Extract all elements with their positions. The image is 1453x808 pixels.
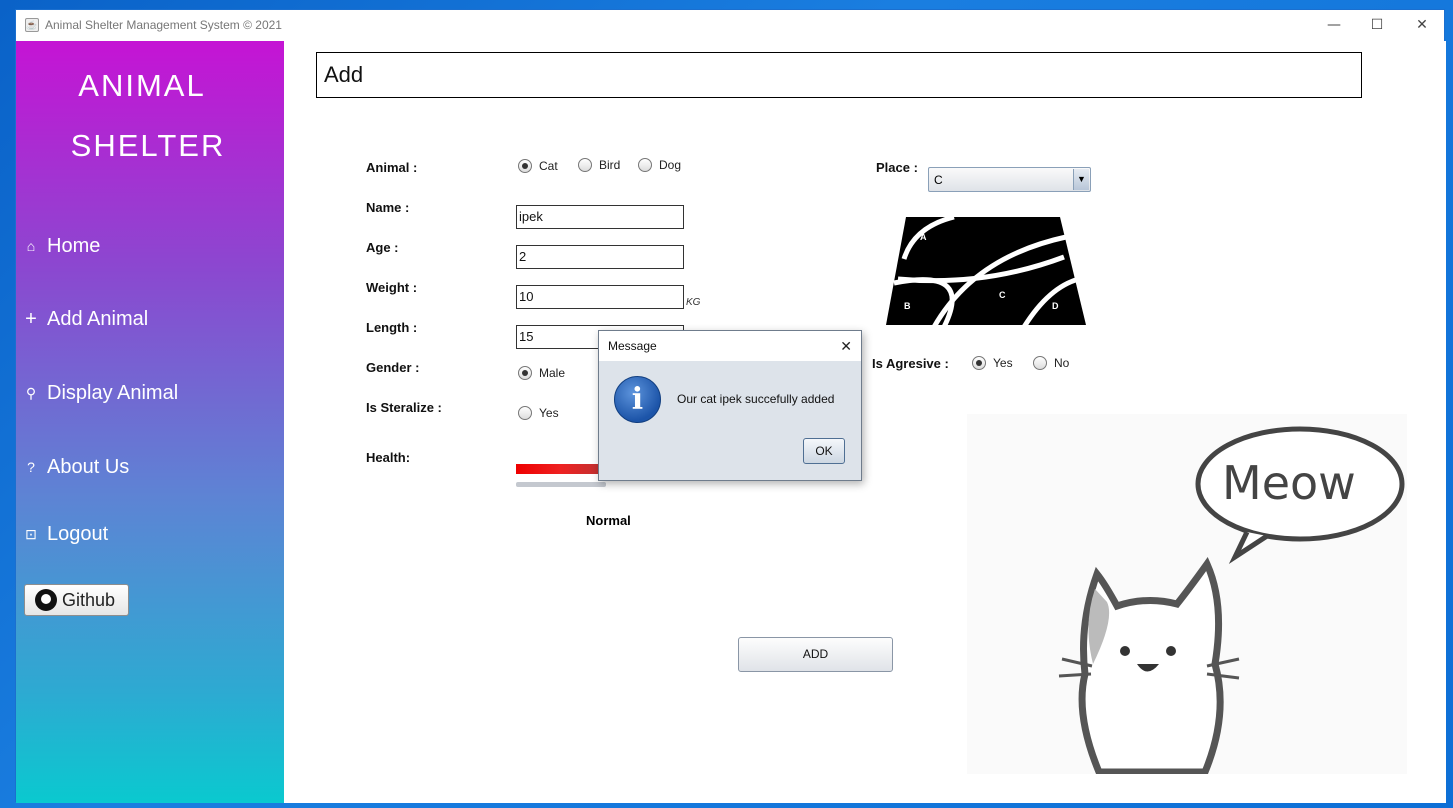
age-input[interactable]: 2 <box>516 245 684 269</box>
radio-male[interactable]: Male <box>518 366 565 380</box>
chevron-down-icon: ▼ <box>1073 169 1089 190</box>
sidebar-item-about-us[interactable]: ? About Us <box>21 452 129 482</box>
sidebar: ANIMAL SHELTER ⌂ Home + Add Animal ⚲ Dis… <box>16 41 284 803</box>
health-label: Health: <box>366 450 411 465</box>
radio-sterilize-yes[interactable]: Yes <box>518 406 559 420</box>
question-icon: ? <box>27 459 35 475</box>
sidebar-item-add-animal[interactable]: + Add Animal <box>21 304 148 334</box>
weight-label: Weight : <box>366 280 418 295</box>
radio-cat[interactable]: Cat <box>518 159 558 173</box>
map-label-a: A <box>920 232 927 242</box>
dialog-title: Message <box>608 339 657 353</box>
radio-label: Bird <box>599 158 621 172</box>
weight-input[interactable]: 10 <box>516 285 684 309</box>
place-dropdown[interactable]: C ▼ <box>928 167 1091 192</box>
radio-dot-selected <box>518 159 532 173</box>
logout-icon: ⊡ <box>25 525 37 542</box>
meow-text: Meow <box>1222 456 1356 510</box>
radio-label: Yes <box>539 406 559 420</box>
page-title: Add <box>316 52 1362 98</box>
animal-label: Animal : <box>366 160 418 175</box>
brand-title-line2: SHELTER <box>70 128 226 163</box>
window-title: Animal Shelter Management System © 2021 <box>45 18 282 32</box>
shelter-map-image: A B C D <box>886 217 1086 327</box>
place-label: Place : <box>876 160 918 175</box>
wrench-icon: ⚲ <box>25 384 37 401</box>
sidebar-item-display-animal[interactable]: ⚲ Display Animal <box>21 378 178 408</box>
github-label: Github <box>62 589 116 610</box>
radio-aggressive-yes[interactable]: Yes <box>972 356 1013 370</box>
title-bar: ☕ Animal Shelter Management System © 202… <box>16 10 1444 41</box>
sidebar-item-home[interactable]: ⌂ Home <box>21 231 101 261</box>
sidebar-item-label: Logout <box>47 522 109 545</box>
plus-icon: + <box>25 307 37 330</box>
radio-aggressive-no[interactable]: No <box>1033 356 1069 370</box>
radio-label: No <box>1054 356 1070 370</box>
dialog-title-bar: Message ✕ <box>599 331 861 361</box>
java-app-icon: ☕ <box>25 18 39 32</box>
health-bar <box>516 464 606 474</box>
sterilize-label: Is Steralize : <box>366 400 442 415</box>
radio-label: Male <box>539 366 566 380</box>
github-icon <box>35 589 57 611</box>
brand-title-line1: ANIMAL <box>78 68 206 103</box>
info-icon: i <box>614 376 661 423</box>
sidebar-item-label: About Us <box>47 455 130 478</box>
map-label-c: C <box>999 290 1006 300</box>
health-slider[interactable] <box>516 482 606 487</box>
radio-label: Dog <box>659 158 682 172</box>
radio-dot <box>518 406 532 420</box>
aggressive-label: Is Agresive : <box>872 356 949 371</box>
radio-dog[interactable]: Dog <box>638 158 681 172</box>
github-button[interactable]: Github <box>24 584 129 616</box>
length-label: Length : <box>366 320 418 335</box>
close-button[interactable]: ✕ <box>1412 15 1432 35</box>
radio-dot-selected <box>972 356 986 370</box>
sidebar-item-label: Home <box>47 234 101 257</box>
sidebar-item-label: Display Animal <box>47 381 179 404</box>
radio-bird[interactable]: Bird <box>578 158 620 172</box>
add-button[interactable]: ADD <box>738 637 893 672</box>
dialog-close-button[interactable]: ✕ <box>840 331 852 361</box>
home-icon: ⌂ <box>26 238 36 254</box>
minimize-button[interactable]: — <box>1324 15 1344 35</box>
radio-label: Cat <box>539 159 558 173</box>
message-dialog: Message ✕ i Our cat ipek succefully adde… <box>598 330 862 481</box>
radio-label: Yes <box>993 356 1013 370</box>
cat-meow-illustration: Meow <box>967 414 1407 774</box>
map-label-b: B <box>904 301 911 311</box>
radio-dot-selected <box>518 366 532 380</box>
age-label: Age : <box>366 240 399 255</box>
sidebar-item-label: Add Animal <box>47 307 149 330</box>
name-input[interactable]: ipek <box>516 205 684 229</box>
gender-label: Gender : <box>366 360 420 375</box>
health-value: Normal <box>586 513 631 528</box>
sidebar-item-logout[interactable]: ⊡ Logout <box>21 519 108 549</box>
dialog-message: Our cat ipek succefully added <box>677 392 835 406</box>
weight-unit: KG <box>686 297 701 308</box>
main-panel: Add Animal : Cat Bird Dog Name : ipek Ag… <box>284 41 1446 803</box>
map-label-d: D <box>1052 301 1059 311</box>
radio-dot <box>638 158 652 172</box>
name-label: Name : <box>366 200 410 215</box>
radio-dot <box>578 158 592 172</box>
ok-button[interactable]: OK <box>803 438 845 464</box>
maximize-button[interactable]: ☐ <box>1367 15 1387 35</box>
radio-dot <box>1033 356 1047 370</box>
place-value: C <box>934 173 943 187</box>
